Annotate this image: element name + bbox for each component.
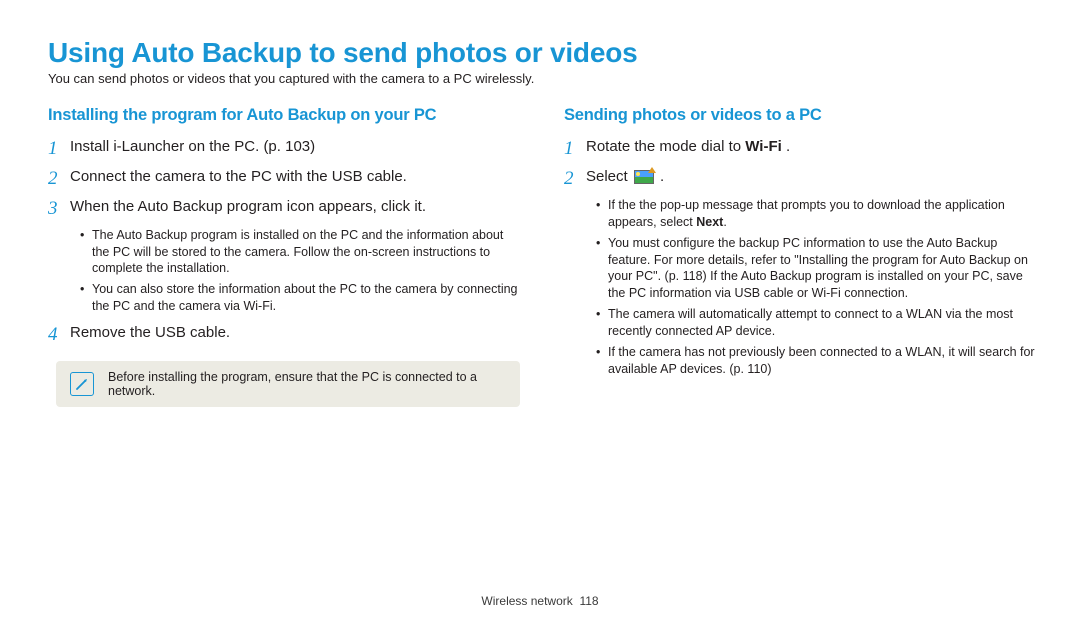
note-item: If the camera has not previously been co… <box>596 344 1036 378</box>
left-heading: Installing the program for Auto Backup o… <box>48 106 520 125</box>
step-text: Rotate the mode dial to Wi-Fi . <box>586 137 790 161</box>
note-bold: Next <box>696 215 723 229</box>
note-text-post: . <box>723 215 726 229</box>
step-text: Install i-Launcher on the PC. (p. 103) <box>70 137 315 161</box>
left-step-4: 4 Remove the USB cable. <box>48 323 520 347</box>
footer-section: Wireless network <box>481 594 572 608</box>
left-column: Installing the program for Auto Backup o… <box>48 106 520 406</box>
left-step-1: 1 Install i-Launcher on the PC. (p. 103) <box>48 137 520 161</box>
footer: Wireless network 118 <box>0 594 1080 608</box>
right-column: Sending photos or videos to a PC 1 Rotat… <box>564 106 1036 406</box>
left-step-3: 3 When the Auto Backup program icon appe… <box>48 197 520 221</box>
step-text: Remove the USB cable. <box>70 323 230 347</box>
right-heading: Sending photos or videos to a PC <box>564 106 1036 125</box>
step-number: 1 <box>564 137 586 161</box>
step-text-pre: Rotate the mode dial to <box>586 138 745 155</box>
note-item: If the the pop-up message that prompts y… <box>596 197 1036 231</box>
page-title: Using Auto Backup to send photos or vide… <box>48 38 1036 67</box>
left-step-2: 2 Connect the camera to the PC with the … <box>48 167 520 191</box>
note-item: The Auto Backup program is installed on … <box>80 227 520 278</box>
step-number: 4 <box>48 323 70 347</box>
step-number: 2 <box>48 167 70 191</box>
step-number: 1 <box>48 137 70 161</box>
right-step2-notes: If the the pop-up message that prompts y… <box>596 197 1036 378</box>
wifi-icon: Wi-Fi <box>745 138 782 155</box>
step-text: Connect the camera to the PC with the US… <box>70 167 407 191</box>
step-number: 3 <box>48 197 70 221</box>
footer-page: 118 <box>579 594 598 608</box>
step-text: Select . <box>586 167 664 191</box>
step-text: When the Auto Backup program icon appear… <box>70 197 426 221</box>
right-step-2: 2 Select . <box>564 167 1036 191</box>
right-step-1: 1 Rotate the mode dial to Wi-Fi . <box>564 137 1036 161</box>
note-text-pre: If the the pop-up message that prompts y… <box>608 198 1005 229</box>
left-step3-notes: The Auto Backup program is installed on … <box>80 227 520 315</box>
note-item: The camera will automatically attempt to… <box>596 306 1036 340</box>
note-icon <box>70 372 94 396</box>
note-item: You must configure the backup PC informa… <box>596 235 1036 303</box>
step-number: 2 <box>564 167 586 191</box>
tip-box: Before installing the program, ensure th… <box>56 361 520 407</box>
tip-text: Before installing the program, ensure th… <box>108 370 506 398</box>
note-item: You can also store the information about… <box>80 281 520 315</box>
step-text-post: . <box>656 168 664 185</box>
intro-text: You can send photos or videos that you c… <box>48 71 1036 86</box>
step-text-pre: Select <box>586 168 632 185</box>
autobackup-icon <box>634 170 654 184</box>
step-text-post: . <box>782 138 790 155</box>
